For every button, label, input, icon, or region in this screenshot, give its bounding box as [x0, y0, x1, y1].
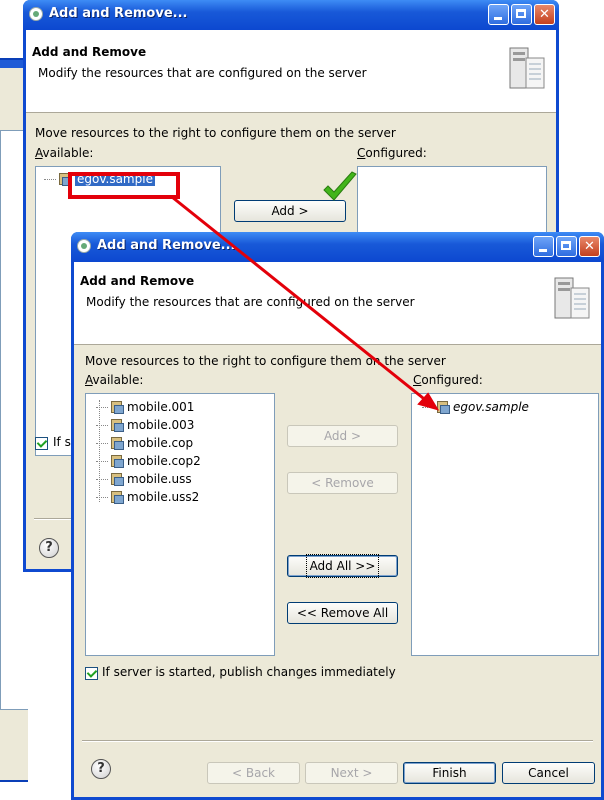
maximize-icon — [561, 241, 571, 250]
close-button[interactable]: ✕ — [579, 236, 600, 257]
available-label: Available: — [85, 373, 144, 387]
configured-list[interactable]: egov.sample — [411, 393, 599, 656]
available-label: Available: — [35, 146, 94, 160]
front-dialog: Add and Remove... ✕ Add and Remove Modif… — [71, 232, 604, 800]
header-title: Add and Remove — [80, 274, 195, 288]
help-icon[interactable]: ? — [91, 759, 111, 779]
maximize-icon — [516, 9, 526, 18]
close-button[interactable]: ✕ — [534, 4, 555, 25]
separator — [82, 740, 593, 742]
instruction-text: Move resources to the right to configure… — [85, 354, 446, 368]
close-icon: ✕ — [584, 239, 595, 254]
minimize-icon — [494, 17, 502, 20]
header-description: Modify the resources that are configured… — [38, 66, 367, 80]
front-dialog-title: Add and Remove... — [97, 238, 236, 253]
header-title: Add and Remove — [32, 45, 147, 59]
highlight-box — [68, 172, 180, 199]
finish-button[interactable]: Finish — [403, 762, 496, 784]
minimize-button[interactable] — [488, 4, 509, 25]
back-button[interactable]: < Back — [207, 762, 300, 784]
list-item[interactable]: mobile.uss2 — [96, 488, 199, 506]
back-dialog-header: Add and Remove Modify the resources that… — [26, 30, 556, 113]
add-button[interactable]: Add > — [287, 425, 398, 447]
back-dialog-titlebar: Add and Remove... ✕ — [23, 0, 559, 30]
server-icon — [554, 277, 590, 319]
list-item[interactable]: mobile.003 — [96, 416, 194, 434]
checkmark-icon — [323, 171, 357, 201]
configured-label: Configured: — [413, 373, 483, 387]
close-icon: ✕ — [539, 7, 550, 22]
next-button[interactable]: Next > — [305, 762, 398, 784]
available-list[interactable]: mobile.001 mobile.003 mobile.cop mobile.… — [85, 393, 275, 656]
project-icon — [110, 418, 124, 432]
server-icon — [509, 47, 545, 89]
add-all-button[interactable]: Add All >> — [287, 554, 398, 578]
eclipse-icon — [29, 7, 43, 21]
front-dialog-header: Add and Remove Modify the resources that… — [74, 262, 601, 345]
maximize-button[interactable] — [556, 236, 577, 257]
list-item[interactable]: egov.sample — [422, 398, 529, 416]
publish-label[interactable]: If server is started, publish changes im… — [102, 665, 396, 679]
publish-checkbox[interactable] — [85, 667, 98, 680]
project-icon — [110, 436, 124, 450]
front-dialog-titlebar: Add and Remove... ✕ — [71, 232, 604, 262]
back-dialog-title: Add and Remove... — [49, 6, 188, 21]
header-description: Modify the resources that are configured… — [86, 295, 415, 309]
list-item[interactable]: mobile.001 — [96, 398, 194, 416]
project-icon — [110, 490, 124, 504]
list-item[interactable]: mobile.cop2 — [96, 452, 201, 470]
project-icon — [110, 472, 124, 486]
list-item[interactable]: mobile.uss — [96, 470, 192, 488]
publish-checkbox[interactable] — [35, 437, 48, 450]
eclipse-icon — [77, 239, 91, 253]
remove-all-button[interactable]: << Remove All — [287, 602, 398, 624]
instruction-text: Move resources to the right to configure… — [35, 126, 396, 140]
list-item[interactable]: mobile.cop — [96, 434, 193, 452]
help-icon[interactable]: ? — [39, 538, 59, 558]
minimize-button[interactable] — [533, 236, 554, 257]
remove-button[interactable]: < Remove — [287, 472, 398, 494]
configured-label: Configured: — [357, 146, 427, 160]
project-icon — [110, 454, 124, 468]
project-icon — [110, 400, 124, 414]
cancel-button[interactable]: Cancel — [502, 762, 595, 784]
maximize-button[interactable] — [511, 4, 532, 25]
project-icon — [436, 400, 450, 414]
minimize-icon — [539, 249, 547, 252]
